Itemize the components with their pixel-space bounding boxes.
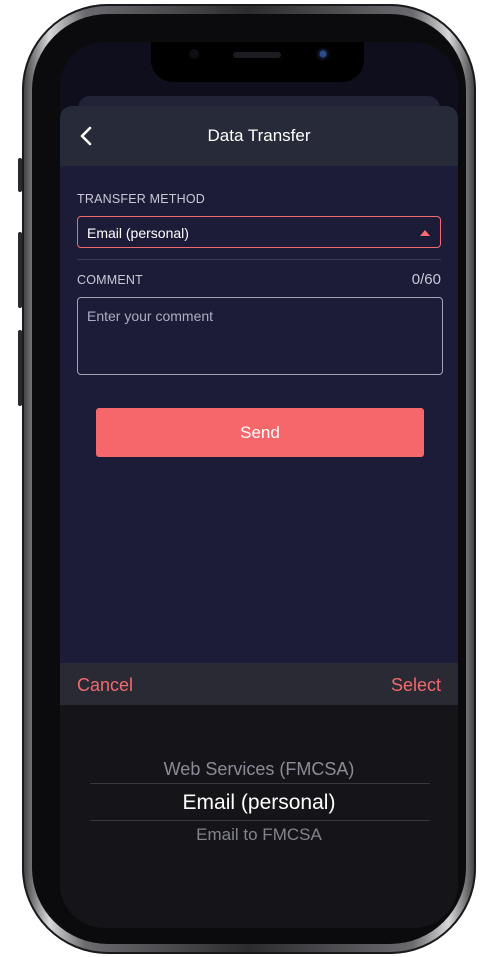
front-camera-icon <box>316 47 330 61</box>
picker-option[interactable]: Email to FMCSA <box>60 825 458 845</box>
page-title: Data Transfer <box>207 126 311 145</box>
phone-screen: Data Transfer TRANSFER METHOD Email (per… <box>60 42 458 928</box>
nav-header: Data Transfer <box>60 106 458 166</box>
picker-selection-line <box>90 783 430 784</box>
picker-toolbar: Cancel Select <box>60 663 458 705</box>
comment-label: COMMENT <box>77 273 143 287</box>
form-content: TRANSFER METHOD Email (personal) COMMENT… <box>60 166 458 663</box>
transfer-method-select[interactable]: Email (personal) <box>77 216 441 248</box>
caret-up-icon <box>420 230 430 236</box>
transfer-method-label: TRANSFER METHOD <box>77 192 205 206</box>
picker-option-selected[interactable]: Email (personal) <box>60 791 458 815</box>
notch <box>151 42 364 82</box>
transfer-method-value: Email (personal) <box>87 225 189 241</box>
picker-option[interactable]: Web Services (FMCSA) <box>60 759 458 780</box>
select-button[interactable]: Select <box>391 675 441 696</box>
divider <box>77 259 441 260</box>
comment-counter: 0/60 <box>411 271 441 288</box>
send-button[interactable]: Send <box>96 408 424 457</box>
earpiece-speaker <box>233 52 281 58</box>
proximity-sensor <box>189 49 199 59</box>
option-picker[interactable]: Web Services (FMCSA) Email (personal) Em… <box>60 705 458 928</box>
comment-input[interactable] <box>77 297 443 375</box>
cancel-button[interactable]: Cancel <box>77 675 133 696</box>
picker-selection-line <box>90 820 430 821</box>
